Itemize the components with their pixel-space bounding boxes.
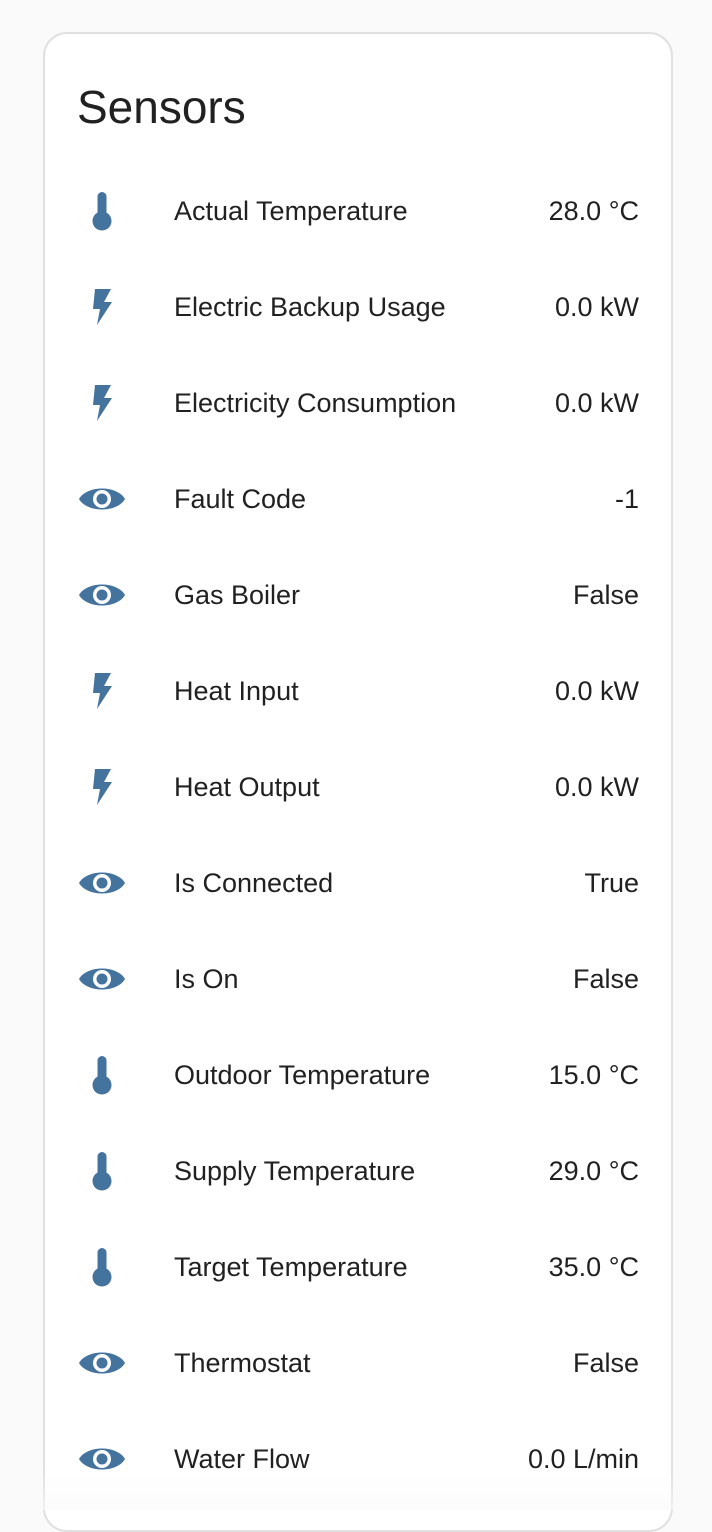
sensor-row[interactable]: Fault Code -1	[45, 451, 671, 547]
sensor-label: Electricity Consumption	[174, 355, 456, 451]
sensor-label: Is Connected	[174, 835, 333, 931]
sensor-row[interactable]: Outdoor Temperature 15.0 °C	[45, 1027, 671, 1123]
sensor-row[interactable]: Target Temperature 35.0 °C	[45, 1219, 671, 1315]
sensor-row[interactable]: Is On False	[45, 931, 671, 1027]
sensor-value: 0.0 kW	[555, 355, 639, 451]
sensor-label: Fault Code	[174, 451, 306, 547]
sensor-label: Is On	[174, 931, 239, 1027]
sensor-value: False	[573, 931, 639, 1027]
eye-icon	[78, 479, 126, 519]
sensor-value: 28.0 °C	[549, 163, 639, 259]
sensor-value: False	[573, 1315, 639, 1411]
sensor-label: Target Temperature	[174, 1219, 408, 1315]
sensor-row[interactable]: Electricity Consumption 0.0 kW	[45, 355, 671, 451]
sensor-row[interactable]: Thermostat False	[45, 1315, 671, 1411]
sensor-row[interactable]: Electric Backup Usage 0.0 kW	[45, 259, 671, 355]
sensor-value: 0.0 kW	[555, 643, 639, 739]
sensor-label: Heat Input	[174, 643, 299, 739]
sensor-label: Heat Output	[174, 739, 320, 835]
sensor-value: False	[573, 547, 639, 643]
sensor-value: 0.0 kW	[555, 739, 639, 835]
sensor-label: Supply Temperature	[174, 1123, 415, 1219]
sensor-row[interactable]: Heat Input 0.0 kW	[45, 643, 671, 739]
sensor-label: Thermostat	[174, 1315, 311, 1411]
sensor-row[interactable]: Actual Temperature 28.0 °C	[45, 163, 671, 259]
eye-icon	[78, 1439, 126, 1479]
sensor-value: True	[584, 835, 639, 931]
sensor-value: 15.0 °C	[549, 1027, 639, 1123]
thermometer-icon	[78, 1247, 126, 1287]
flash-icon	[78, 383, 126, 423]
sensor-row[interactable]: Gas Boiler False	[45, 547, 671, 643]
sensor-row[interactable]: Water Flow 0.0 L/min	[45, 1411, 671, 1507]
card-title: Sensors	[77, 78, 246, 136]
thermometer-icon	[78, 1055, 126, 1095]
sensor-label: Gas Boiler	[174, 547, 300, 643]
eye-icon	[78, 863, 126, 903]
sensor-value: 0.0 kW	[555, 259, 639, 355]
sensor-list: Actual Temperature 28.0 °C Electric Backu…	[45, 163, 671, 1507]
sensor-label: Outdoor Temperature	[174, 1027, 430, 1123]
eye-icon	[78, 959, 126, 999]
sensor-value: -1	[615, 451, 639, 547]
flash-icon	[78, 671, 126, 711]
thermometer-icon	[78, 1151, 126, 1191]
sensor-value: 0.0 L/min	[528, 1411, 639, 1507]
sensor-row[interactable]: Heat Output 0.0 kW	[45, 739, 671, 835]
sensor-label: Actual Temperature	[174, 163, 408, 259]
eye-icon	[78, 1343, 126, 1383]
sensor-row[interactable]: Supply Temperature 29.0 °C	[45, 1123, 671, 1219]
flash-icon	[78, 287, 126, 327]
sensor-row[interactable]: Is Connected True	[45, 835, 671, 931]
sensor-value: 29.0 °C	[549, 1123, 639, 1219]
sensor-label: Water Flow	[174, 1411, 310, 1507]
sensors-card: Sensors Actual Temperature 28.0 °C Electr…	[43, 32, 673, 1532]
sensor-value: 35.0 °C	[549, 1219, 639, 1315]
eye-icon	[78, 575, 126, 615]
flash-icon	[78, 767, 126, 807]
sensor-label: Electric Backup Usage	[174, 259, 446, 355]
thermometer-icon	[78, 191, 126, 231]
